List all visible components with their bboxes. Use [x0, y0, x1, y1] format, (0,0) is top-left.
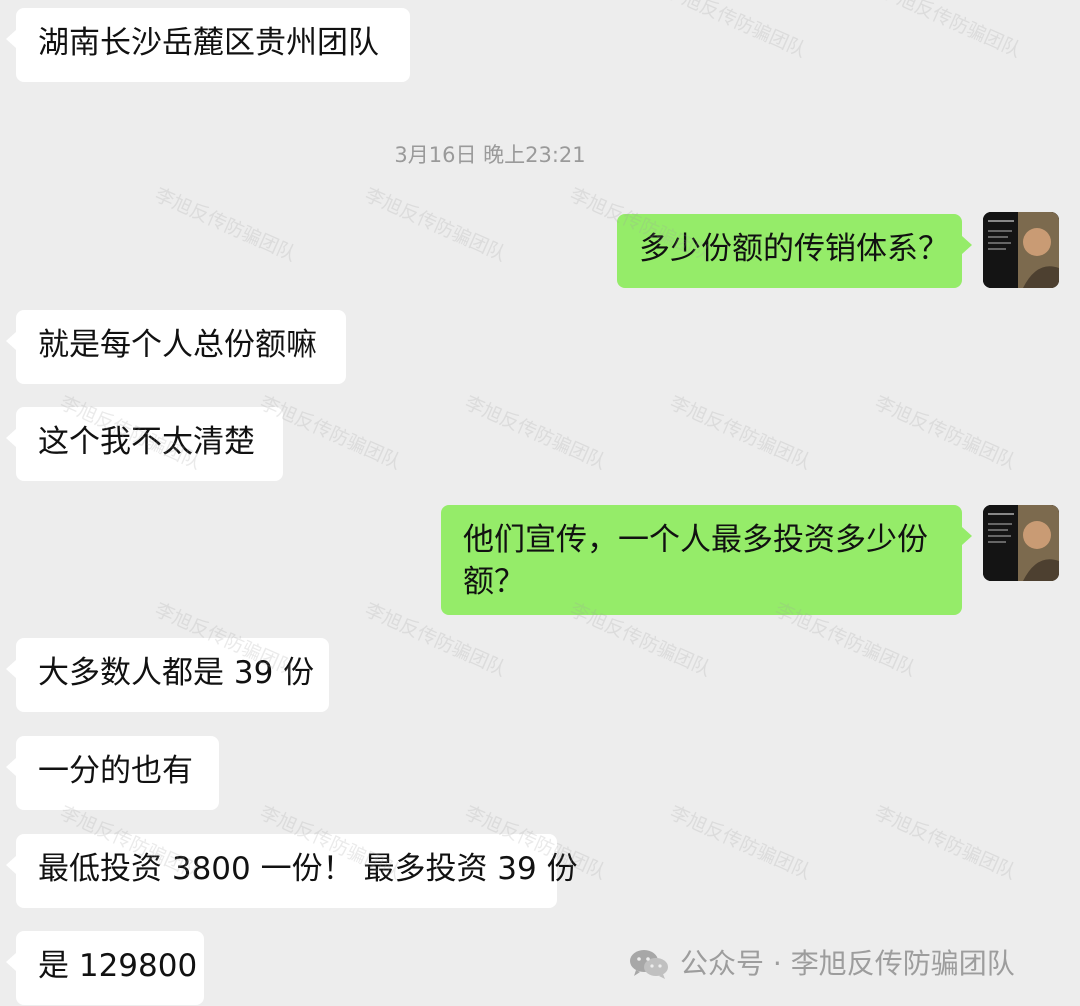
- wechat-public-account-brand: 公众号 · 李旭反传防骗团队: [628, 944, 1015, 984]
- message-bubble-incoming[interactable]: 是 129800: [6, 931, 204, 1005]
- avatar[interactable]: [983, 505, 1059, 581]
- message-text: 这个我不太清楚: [38, 424, 255, 460]
- message-timestamp: 3月16日 晚上23:21: [394, 143, 586, 167]
- message-bubble-incoming[interactable]: 最低投资 3800 一份！ 最多投资 39 份: [6, 834, 578, 908]
- message-bubble-incoming[interactable]: 就是每个人总份额嘛: [6, 310, 346, 384]
- message-text: 就是每个人总份额嘛: [38, 327, 317, 363]
- message-bubble-incoming[interactable]: 大多数人都是 39 份: [6, 638, 329, 712]
- avatar-image: [983, 212, 1059, 288]
- message-text: 他们宣传，一个人最多投资多少份额？: [463, 522, 928, 600]
- public-account-label: 公众号 · 李旭反传防骗团队: [680, 947, 1015, 980]
- message-bubble-incoming[interactable]: 湖南长沙岳麓区贵州团队: [6, 8, 410, 82]
- message-bubble-outgoing[interactable]: 多少份额的传销体系？: [617, 214, 972, 288]
- avatar-image: [983, 505, 1059, 581]
- message-text: 多少份额的传销体系？: [639, 231, 949, 267]
- message-text: 大多数人都是 39 份: [38, 655, 315, 691]
- message-text: 最低投资 3800 一份！ 最多投资 39 份: [38, 851, 578, 887]
- message-text: 是 129800: [38, 948, 198, 984]
- message-bubble-outgoing[interactable]: 他们宣传，一个人最多投资多少份额？: [441, 505, 972, 615]
- message-text: 一分的也有: [38, 753, 193, 789]
- message-bubble-incoming[interactable]: 一分的也有: [6, 736, 219, 810]
- wechat-icon: [630, 950, 668, 979]
- message-bubble-incoming[interactable]: 这个我不太清楚: [6, 407, 283, 481]
- avatar[interactable]: [983, 212, 1059, 288]
- message-text: 湖南长沙岳麓区贵州团队: [38, 25, 379, 61]
- chat-area: 湖南长沙岳麓区贵州团队 3月16日 晚上23:21 多少份额的传销体系？ 就是每…: [0, 0, 1080, 1006]
